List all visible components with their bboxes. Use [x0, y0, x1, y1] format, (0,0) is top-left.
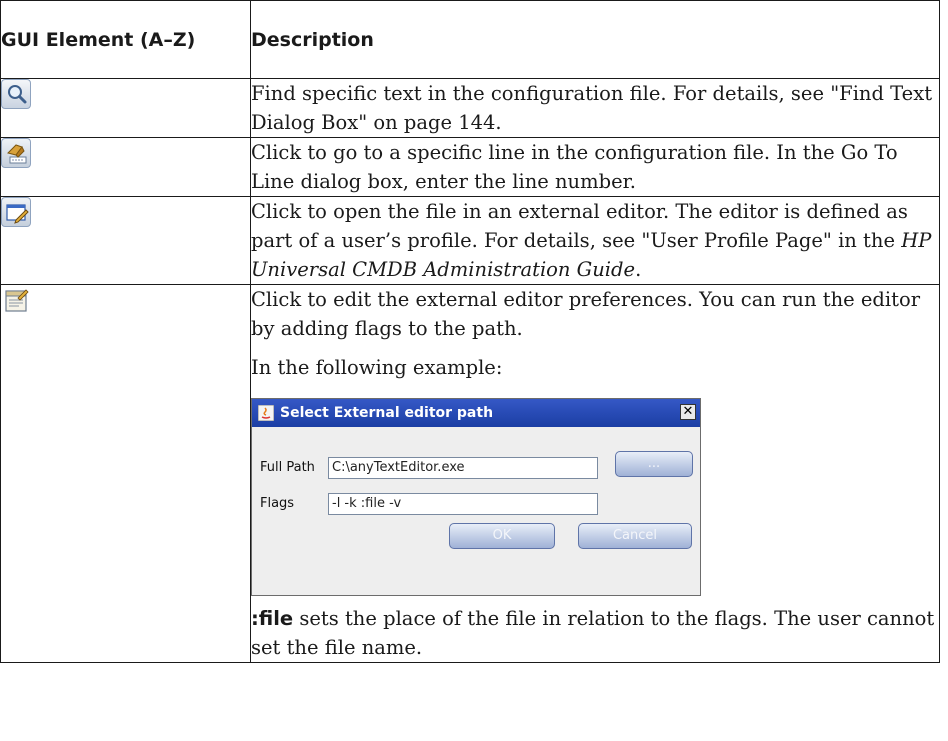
- full-path-label: Full Path: [260, 460, 315, 475]
- flags-row: Flags -l -k :file -v: [260, 489, 598, 518]
- file-flag-note: :file sets the place of the file in rela…: [251, 604, 939, 662]
- table-header-row: GUI Element (A–Z) Description: [0, 0, 940, 79]
- file-flag-term: :file: [251, 607, 294, 630]
- gui-element-cell: [0, 284, 251, 663]
- go-to-line-icon[interactable]: [1, 138, 31, 168]
- table-row: Find specific text in the configuration …: [0, 78, 940, 138]
- cancel-button[interactable]: Cancel: [578, 523, 692, 549]
- description-paragraph: Click to open the file in an external ed…: [251, 197, 939, 284]
- description-cell: Find specific text in the configuration …: [250, 78, 940, 138]
- description-text: Click to edit the external editor prefer…: [251, 288, 921, 340]
- file-flag-description: sets the place of the file in relation t…: [251, 607, 935, 659]
- find-text-icon[interactable]: [1, 79, 31, 109]
- description-cell: Click to edit the external editor prefer…: [250, 284, 940, 663]
- close-icon[interactable]: ✕: [680, 404, 696, 420]
- gui-element-cell: [0, 137, 251, 197]
- column-header-description: Description: [250, 0, 940, 79]
- description-text: Click to open the file in an external ed…: [251, 200, 908, 252]
- editor-preferences-icon[interactable]: [1, 285, 31, 315]
- column-header-gui-element: GUI Element (A–Z): [0, 0, 251, 79]
- external-editor-icon[interactable]: [1, 197, 31, 227]
- gui-element-cell: [0, 196, 251, 285]
- description-text: Click to go to a specific line in the co…: [251, 141, 898, 193]
- gui-element-cell: [0, 78, 251, 138]
- select-editor-dialog-screenshot: Select External editor path ✕ Full Path …: [251, 398, 701, 596]
- description-cell: Click to open the file in an external ed…: [250, 196, 940, 285]
- java-icon: [258, 405, 274, 421]
- description-text-end: .: [635, 258, 642, 281]
- ok-button[interactable]: OK: [449, 523, 555, 549]
- browse-button[interactable]: ...: [615, 451, 693, 477]
- gui-elements-table: GUI Element (A–Z) Description Find speci…: [0, 0, 940, 663]
- dialog-title: Select External editor path: [280, 404, 494, 421]
- table-row: Click to go to a specific line in the co…: [0, 137, 940, 197]
- flags-label: Flags: [260, 496, 295, 511]
- description-text: Find specific text in the configuration …: [251, 82, 933, 134]
- table-row: Click to edit the external editor prefer…: [0, 284, 940, 663]
- flags-field[interactable]: -l -k :file -v: [328, 492, 598, 515]
- example-intro: In the following example:: [251, 356, 503, 379]
- table-row: Click to open the file in an external ed…: [0, 196, 940, 285]
- full-path-row: Full Path C:\anyTextEditor.exe: [260, 453, 598, 482]
- description-cell: Click to go to a specific line in the co…: [250, 137, 940, 197]
- full-path-field[interactable]: C:\anyTextEditor.exe: [328, 456, 598, 479]
- dialog-title-bar: Select External editor path: [252, 399, 700, 427]
